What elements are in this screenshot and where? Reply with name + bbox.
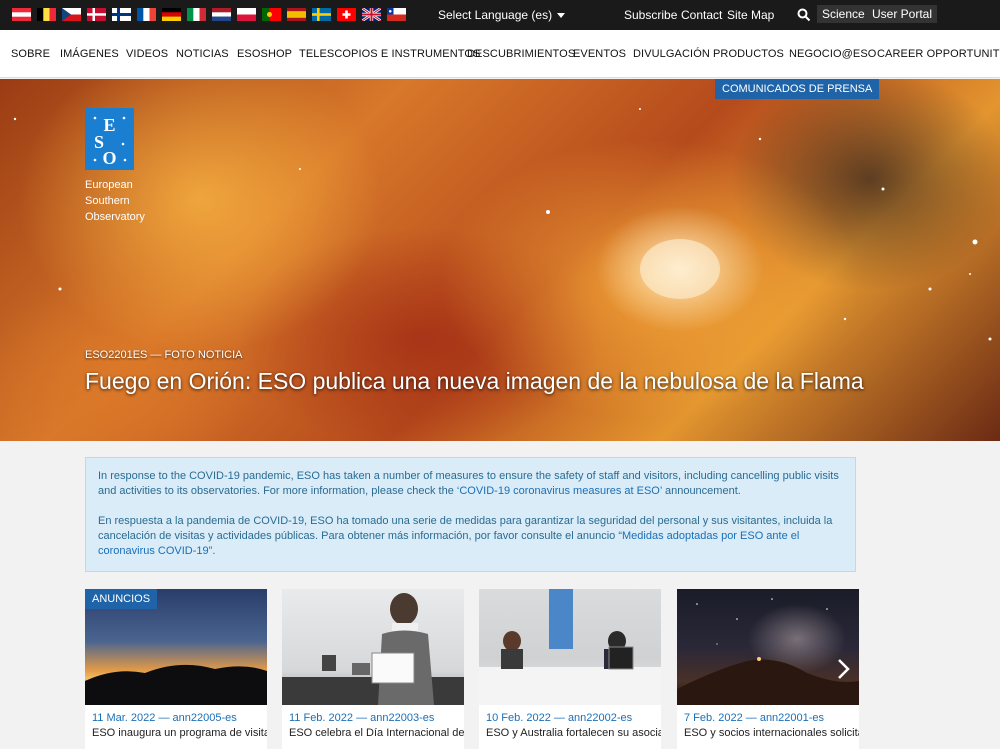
card-title[interactable]: ESO y Australia fortalecen su asociac (486, 727, 661, 739)
nav-item-productos[interactable]: PRODUCTOS (713, 48, 784, 60)
nav-item-videos[interactable]: VIDEOS (126, 48, 168, 60)
logo-line-1: European (85, 179, 133, 191)
chevron-right-icon[interactable] (833, 655, 853, 683)
nav-item-esoshop[interactable]: ESOSHOP (237, 48, 292, 60)
flag-denmark-icon[interactable] (87, 8, 106, 21)
hero-title[interactable]: Fuego en Orión: ESO publica una nueva im… (85, 366, 865, 397)
chevron-down-icon (557, 13, 566, 19)
eso-logo-mark-e: E (103, 115, 115, 135)
language-label: Select Language (es) (438, 8, 553, 22)
card-image (282, 589, 464, 705)
card-title[interactable]: ESO y socios internacionales solicitan (684, 727, 859, 739)
card-image (479, 589, 661, 705)
card-meta[interactable]: 11 Mar. 2022 — ann22005-es (92, 712, 237, 724)
covid-measures-link[interactable]: COVID-19 coronavirus measures at ESO (459, 485, 660, 497)
logo-line-3: Observatory (85, 211, 145, 223)
eso-logo[interactable]: E S O (85, 108, 134, 170)
flag-finland-icon[interactable] (112, 8, 131, 21)
hero-meta: ESO2201ES — FOTO NOTICIA (85, 349, 243, 361)
eso-logo-mark-o: O (102, 148, 116, 168)
flag-belgium-icon[interactable] (37, 8, 56, 21)
eso-logo-text: European Southern Observatory (85, 177, 165, 225)
nav-item-negocio[interactable]: NEGOCIO@ESO (789, 48, 876, 60)
eso-logo-mark: E S O (93, 115, 127, 168)
person-with-document-image (282, 593, 464, 705)
notice-es-tail: ”. (208, 545, 216, 557)
flag-germany-icon[interactable] (162, 8, 181, 21)
announcement-card[interactable]: 7 Feb. 2022 — ann22001-es ESO y socios i… (677, 589, 859, 749)
top-bar: Select Language (es) Subscribe Contact S… (0, 0, 1000, 30)
nav-item-noticias[interactable]: NOTICIAS (176, 48, 229, 60)
flag-netherlands-icon[interactable] (212, 8, 231, 21)
notice-en: In response to the COVID-19 pandemic, ES… (98, 469, 843, 499)
notice-en-tail: ’ announcement. (659, 485, 741, 497)
flag-spain-icon[interactable] (287, 8, 306, 21)
nav-item-telescopios[interactable]: TELESCOPIOS E INSTRUMENTOS (299, 48, 480, 60)
observatory-night-sky-image (677, 598, 859, 705)
nav-item-divulgacion[interactable]: DIVULGACIÓN (633, 48, 710, 60)
user-portal-button[interactable]: User Portal (867, 5, 938, 23)
announcements-badge[interactable]: ANUNCIOS (85, 589, 158, 609)
flag-chile-icon[interactable] (387, 8, 406, 21)
nav-item-sobre[interactable]: SOBRE (11, 48, 50, 60)
flag-czech-icon[interactable] (62, 8, 81, 21)
card-image (677, 589, 859, 705)
logo-line-2: Southern (85, 195, 130, 207)
flag-poland-icon[interactable] (237, 8, 256, 21)
card-title[interactable]: ESO inaugura un programa de visitas (92, 727, 267, 739)
nav-item-descubrimientos[interactable]: DESCUBRIMIENTOS (467, 48, 575, 60)
flag-sweden-icon[interactable] (312, 8, 331, 21)
language-flags (12, 8, 406, 21)
announcement-card[interactable]: ANUNCIOS 11 Mar. 2022 — ann22005-es ESO … (85, 589, 267, 749)
hero-banner[interactable]: COMUNICADOS DE PRENSA E S O European Sou… (0, 79, 1000, 441)
notice-es: En respuesta a la pandemia de COVID-19, … (98, 514, 843, 559)
nav-item-eventos[interactable]: EVENTOS (573, 48, 626, 60)
flag-france-icon[interactable] (137, 8, 156, 21)
flag-austria-icon[interactable] (12, 8, 31, 21)
card-title[interactable]: ESO celebra el Día Internacional de la (289, 727, 464, 739)
main-nav: SOBRE IMÁGENES VIDEOS NOTICIAS ESOSHOP T… (0, 30, 1000, 78)
announcement-card[interactable]: 11 Feb. 2022 — ann22003-es ESO celebra e… (282, 589, 464, 749)
nav-item-imagenes[interactable]: IMÁGENES (60, 48, 119, 60)
flag-italy-icon[interactable] (187, 8, 206, 21)
card-meta[interactable]: 11 Feb. 2022 — ann22003-es (289, 712, 434, 724)
search-icon[interactable] (797, 8, 811, 22)
flag-uk-icon[interactable] (362, 8, 381, 21)
subscribe-link[interactable]: Subscribe (624, 8, 677, 22)
flag-portugal-icon[interactable] (262, 8, 281, 21)
announcement-card[interactable]: 10 Feb. 2022 — ann22002-es ESO y Austral… (479, 589, 661, 749)
covid-notice: In response to the COVID-19 pandemic, ES… (85, 457, 856, 572)
nav-item-career[interactable]: CAREER OPPORTUNITIES (877, 48, 1000, 60)
press-release-tag[interactable]: COMUNICADOS DE PRENSA (715, 79, 880, 99)
contact-link[interactable]: Contact (681, 8, 722, 22)
site-map-link[interactable]: Site Map (727, 8, 774, 22)
flag-switzerland-icon[interactable] (337, 8, 356, 21)
card-meta[interactable]: 10 Feb. 2022 — ann22002-es (486, 712, 632, 724)
signing-ceremony-image (479, 589, 661, 705)
science-button[interactable]: Science (817, 5, 870, 23)
card-meta[interactable]: 7 Feb. 2022 — ann22001-es (684, 712, 824, 724)
language-selector[interactable]: Select Language (es) (438, 8, 566, 22)
